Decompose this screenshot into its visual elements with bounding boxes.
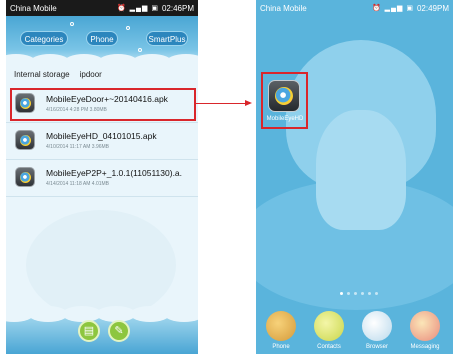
messaging-icon bbox=[410, 311, 440, 341]
carrier-label: China Mobile bbox=[260, 3, 307, 13]
dock-item-browser[interactable]: Browser bbox=[354, 311, 400, 350]
page-dot bbox=[361, 292, 364, 295]
dock-item-messaging[interactable]: Messaging bbox=[402, 311, 448, 350]
status-bar: China Mobile ⏰ ▂▄▆ ▣ 02:49PM bbox=[256, 0, 453, 16]
bubble-decoration bbox=[70, 22, 74, 26]
clock: 02:46PM bbox=[161, 3, 194, 13]
file-meta: 4/14/2014 11:18 AM 4.01MB bbox=[46, 181, 110, 187]
dock-label: Browser bbox=[365, 344, 388, 350]
apk-app-icon bbox=[15, 167, 35, 187]
bubble-decoration bbox=[138, 48, 142, 52]
breadcrumb-internal-storage[interactable]: Internal storage bbox=[14, 70, 70, 79]
file-name: MobileEyeHD_04101015.apk bbox=[46, 131, 157, 141]
file-manager-screen: China Mobile ⏰ ▂▄▆ ▣ 02:46PM Categories … bbox=[6, 0, 198, 354]
app-dock: Phone Contacts Browser Messaging bbox=[256, 300, 453, 354]
page-dot bbox=[375, 292, 378, 295]
file-row[interactable]: MobileEyeP2P+_1.0.1(11051130).a. 4/14/20… bbox=[6, 160, 198, 197]
page-indicator bbox=[340, 292, 378, 295]
arrow-connector bbox=[196, 103, 250, 104]
status-icons: ⏰ ▂▄▆ ▣ bbox=[372, 5, 414, 12]
status-icons: ⏰ ▂▄▆ ▣ bbox=[117, 5, 159, 12]
browser-icon bbox=[362, 311, 392, 341]
installed-app-highlight bbox=[261, 72, 308, 129]
breadcrumb-ipdoor[interactable]: ipdoor bbox=[80, 70, 102, 79]
file-meta: 4/10/2014 11:17 AM 3.96MB bbox=[46, 144, 110, 150]
page-dot bbox=[368, 292, 371, 295]
contacts-icon bbox=[314, 311, 344, 341]
file-name: MobileEyeP2P+_1.0.1(11051130).a. bbox=[46, 168, 183, 178]
dock-label: Phone bbox=[272, 344, 290, 350]
dock-label: Contacts bbox=[317, 344, 341, 350]
tools-icon[interactable]: ✎ bbox=[108, 320, 130, 342]
page-dot bbox=[347, 292, 350, 295]
apk-app-icon bbox=[15, 130, 35, 150]
status-bar: China Mobile ⏰ ▂▄▆ ▣ 02:46PM bbox=[6, 0, 198, 16]
cloud-decoration bbox=[166, 54, 198, 70]
dock-item-phone[interactable]: Phone bbox=[258, 311, 304, 350]
carrier-label: China Mobile bbox=[10, 3, 57, 13]
page-dot bbox=[340, 292, 343, 295]
category-header: Categories Phone SmartPlus bbox=[6, 16, 198, 70]
chat-icon[interactable]: ▤ bbox=[78, 320, 100, 342]
cloud-decoration bbox=[164, 306, 198, 322]
phone-icon bbox=[266, 311, 296, 341]
page-dot bbox=[354, 292, 357, 295]
tab-smartplus[interactable]: SmartPlus bbox=[146, 31, 188, 46]
clock: 02:49PM bbox=[416, 3, 449, 13]
file-row[interactable]: MobileEyeHD_04101015.apk 4/10/2014 11:17… bbox=[6, 123, 198, 160]
dock-label: Messaging bbox=[410, 344, 440, 350]
home-screen: China Mobile ⏰ ▂▄▆ ▣ 02:49PM MobileEyeHD… bbox=[256, 0, 453, 354]
dock-item-contacts[interactable]: Contacts bbox=[306, 311, 352, 350]
tab-categories[interactable]: Categories bbox=[20, 31, 68, 46]
breadcrumb: Internal storage ipdoor bbox=[14, 70, 102, 79]
selected-file-highlight bbox=[10, 88, 196, 121]
tab-phone[interactable]: Phone bbox=[86, 31, 118, 46]
background-illustration bbox=[26, 210, 176, 320]
bottom-action-bar: ▤ ✎ bbox=[6, 306, 198, 354]
wallpaper-shape bbox=[316, 110, 406, 230]
bubble-decoration bbox=[126, 26, 130, 30]
arrow-head-icon bbox=[245, 100, 252, 106]
